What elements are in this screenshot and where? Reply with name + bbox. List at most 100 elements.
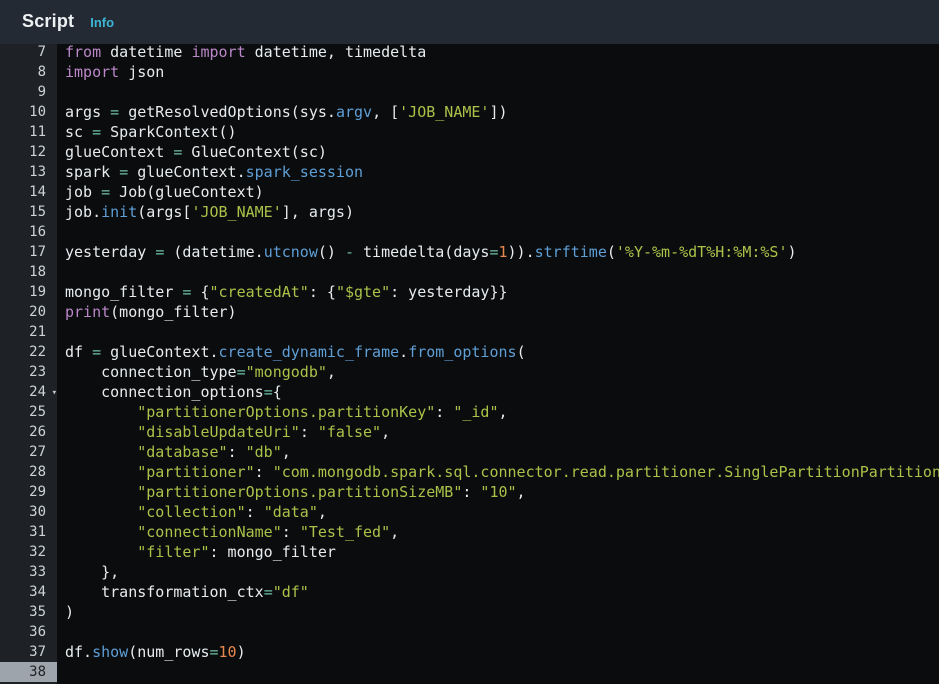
code-text: connection_options={: [57, 382, 939, 402]
code-line[interactable]: 25 "partitionerOptions.partitionKey": "_…: [0, 402, 939, 422]
code-line[interactable]: 12glueContext = GlueContext(sc): [0, 142, 939, 162]
line-number: 20: [0, 302, 57, 322]
code-text: sc = SparkContext(): [57, 122, 939, 142]
code-line[interactable]: 13spark = glueContext.spark_session: [0, 162, 939, 182]
code-line[interactable]: 22df = glueContext.create_dynamic_frame.…: [0, 342, 939, 362]
code-line[interactable]: 23 connection_type="mongodb",: [0, 362, 939, 382]
code-line[interactable]: 27 "database": "db",: [0, 442, 939, 462]
code-text: spark = glueContext.spark_session: [57, 162, 939, 182]
code-line[interactable]: 33 },: [0, 562, 939, 582]
line-number: 23: [0, 362, 57, 382]
line-number: 27: [0, 442, 57, 462]
code-line[interactable]: 21: [0, 322, 939, 342]
line-number: 7: [0, 44, 57, 62]
line-number: 22: [0, 342, 57, 362]
code-text: [57, 262, 939, 282]
code-text: transformation_ctx="df": [57, 582, 939, 602]
code-text: "database": "db",: [57, 442, 939, 462]
code-line[interactable]: 35): [0, 602, 939, 622]
line-number: 34: [0, 582, 57, 602]
line-number: 14: [0, 182, 57, 202]
code-text: [57, 322, 939, 342]
code-text: "connectionName": "Test_fed",: [57, 522, 939, 542]
code-line[interactable]: 24▾ connection_options={: [0, 382, 939, 402]
code-line[interactable]: 37df.show(num_rows=10): [0, 642, 939, 662]
code-line[interactable]: 17yesterday = (datetime.utcnow() - timed…: [0, 242, 939, 262]
code-text: import json: [57, 62, 939, 82]
code-text: "partitionerOptions.partitionKey": "_id"…: [57, 402, 939, 422]
code-line[interactable]: 10args = getResolvedOptions(sys.argv, ['…: [0, 102, 939, 122]
line-number: 29: [0, 482, 57, 502]
line-number: 37: [0, 642, 57, 662]
line-number: 15: [0, 202, 57, 222]
line-number: 35: [0, 602, 57, 622]
script-editor[interactable]: 7from datetime import datetime, timedelt…: [0, 44, 939, 684]
line-number: 9: [0, 82, 57, 102]
code-text: "disableUpdateUri": "false",: [57, 422, 939, 442]
line-number: 21: [0, 322, 57, 342]
code-line[interactable]: 14job = Job(glueContext): [0, 182, 939, 202]
panel-title: Script: [22, 11, 74, 32]
code-text: "filter": mongo_filter: [57, 542, 939, 562]
line-number: 28: [0, 462, 57, 482]
line-number: 26: [0, 422, 57, 442]
code-text: glueContext = GlueContext(sc): [57, 142, 939, 162]
code-lines: 7from datetime import datetime, timedelt…: [0, 44, 939, 682]
line-number: 31: [0, 522, 57, 542]
code-line[interactable]: 36: [0, 622, 939, 642]
code-text: "collection": "data",: [57, 502, 939, 522]
line-number: 32: [0, 542, 57, 562]
line-number: 11: [0, 122, 57, 142]
code-text: [57, 222, 939, 242]
active-line-number: 38: [0, 662, 57, 682]
code-line[interactable]: 16: [0, 222, 939, 242]
code-line[interactable]: 28 "partitioner": "com.mongodb.spark.sql…: [0, 462, 939, 482]
code-text: [57, 82, 939, 102]
code-text: df.show(num_rows=10): [57, 642, 939, 662]
line-number: 30: [0, 502, 57, 522]
code-text: job = Job(glueContext): [57, 182, 939, 202]
code-text: from datetime import datetime, timedelta: [57, 44, 939, 62]
code-line[interactable]: 26 "disableUpdateUri": "false",: [0, 422, 939, 442]
code-line[interactable]: 8import json: [0, 62, 939, 82]
code-text: [57, 622, 939, 642]
code-text: ): [57, 602, 939, 622]
code-text: yesterday = (datetime.utcnow() - timedel…: [57, 242, 939, 262]
code-line[interactable]: 34 transformation_ctx="df": [0, 582, 939, 602]
code-line[interactable]: 32 "filter": mongo_filter: [0, 542, 939, 562]
line-number: 25: [0, 402, 57, 422]
fold-arrow-icon[interactable]: ▾: [52, 383, 57, 403]
line-number: 18: [0, 262, 57, 282]
line-number: 8: [0, 62, 57, 82]
code-line[interactable]: 30 "collection": "data",: [0, 502, 939, 522]
code-line[interactable]: 18: [0, 262, 939, 282]
code-text: df = glueContext.create_dynamic_frame.fr…: [57, 342, 939, 362]
code-line[interactable]: 7from datetime import datetime, timedelt…: [0, 44, 939, 62]
code-text: job.init(args['JOB_NAME'], args): [57, 202, 939, 222]
code-text: connection_type="mongodb",: [57, 362, 939, 382]
line-number: 12: [0, 142, 57, 162]
code-text: print(mongo_filter): [57, 302, 939, 322]
line-number: 16: [0, 222, 57, 242]
line-number: 33: [0, 562, 57, 582]
code-text: [57, 662, 939, 682]
code-line[interactable]: 38: [0, 662, 939, 682]
code-text: "partitionerOptions.partitionSizeMB": "1…: [57, 482, 939, 502]
line-number: 19: [0, 282, 57, 302]
code-line[interactable]: 31 "connectionName": "Test_fed",: [0, 522, 939, 542]
line-number: 10: [0, 102, 57, 122]
panel-header: Script Info: [0, 0, 939, 44]
code-line[interactable]: 9: [0, 82, 939, 102]
code-line[interactable]: 19mongo_filter = {"createdAt": {"$gte": …: [0, 282, 939, 302]
code-line[interactable]: 29 "partitionerOptions.partitionSizeMB":…: [0, 482, 939, 502]
line-number: 17: [0, 242, 57, 262]
code-line[interactable]: 11sc = SparkContext(): [0, 122, 939, 142]
line-number: 24▾: [0, 382, 57, 402]
info-link[interactable]: Info: [90, 15, 114, 30]
code-text: mongo_filter = {"createdAt": {"$gte": ye…: [57, 282, 939, 302]
code-text: "partitioner": "com.mongodb.spark.sql.co…: [57, 462, 939, 482]
code-line[interactable]: 20print(mongo_filter): [0, 302, 939, 322]
code-line[interactable]: 15job.init(args['JOB_NAME'], args): [0, 202, 939, 222]
code-text: args = getResolvedOptions(sys.argv, ['JO…: [57, 102, 939, 122]
code-text: },: [57, 562, 939, 582]
